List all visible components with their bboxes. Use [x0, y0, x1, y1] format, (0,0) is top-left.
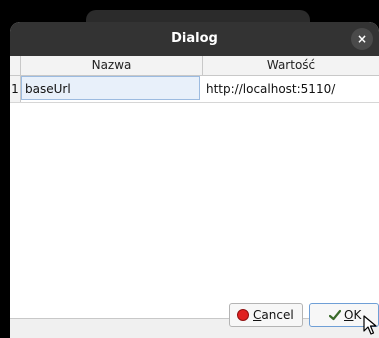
close-icon: × [356, 32, 368, 46]
column-header-name[interactable]: Nazwa [21, 56, 203, 75]
ok-label-rest: K [353, 308, 362, 322]
title-bar: Dialog × [10, 22, 379, 56]
cell-name[interactable]: baseUrl [21, 76, 200, 100]
table-header: Nazwa Wartość [10, 56, 379, 76]
cell-value[interactable]: http://localhost:5110/ [203, 76, 379, 102]
table-corner [10, 56, 21, 75]
dialog-title: Dialog [171, 31, 218, 46]
column-header-value[interactable]: Wartość [203, 56, 379, 75]
cancel-button-label: Cancel [253, 304, 294, 326]
ok-button-label: OK [344, 304, 361, 326]
close-button[interactable]: × [351, 28, 373, 50]
table-row[interactable]: 1 baseUrl http://localhost:5110/ [10, 76, 379, 103]
mouse-pointer-icon [363, 315, 377, 335]
row-header[interactable]: 1 [10, 76, 21, 102]
stop-icon [237, 309, 249, 321]
dialog-window: Dialog × Nazwa Wartość 1 baseUrl http://… [10, 22, 379, 338]
cancel-label-rest: ancel [261, 308, 294, 322]
cancel-button[interactable]: Cancel [229, 303, 303, 327]
checkmark-icon [329, 309, 341, 321]
key-value-table[interactable]: Nazwa Wartość 1 baseUrl http://localhost… [10, 56, 379, 319]
